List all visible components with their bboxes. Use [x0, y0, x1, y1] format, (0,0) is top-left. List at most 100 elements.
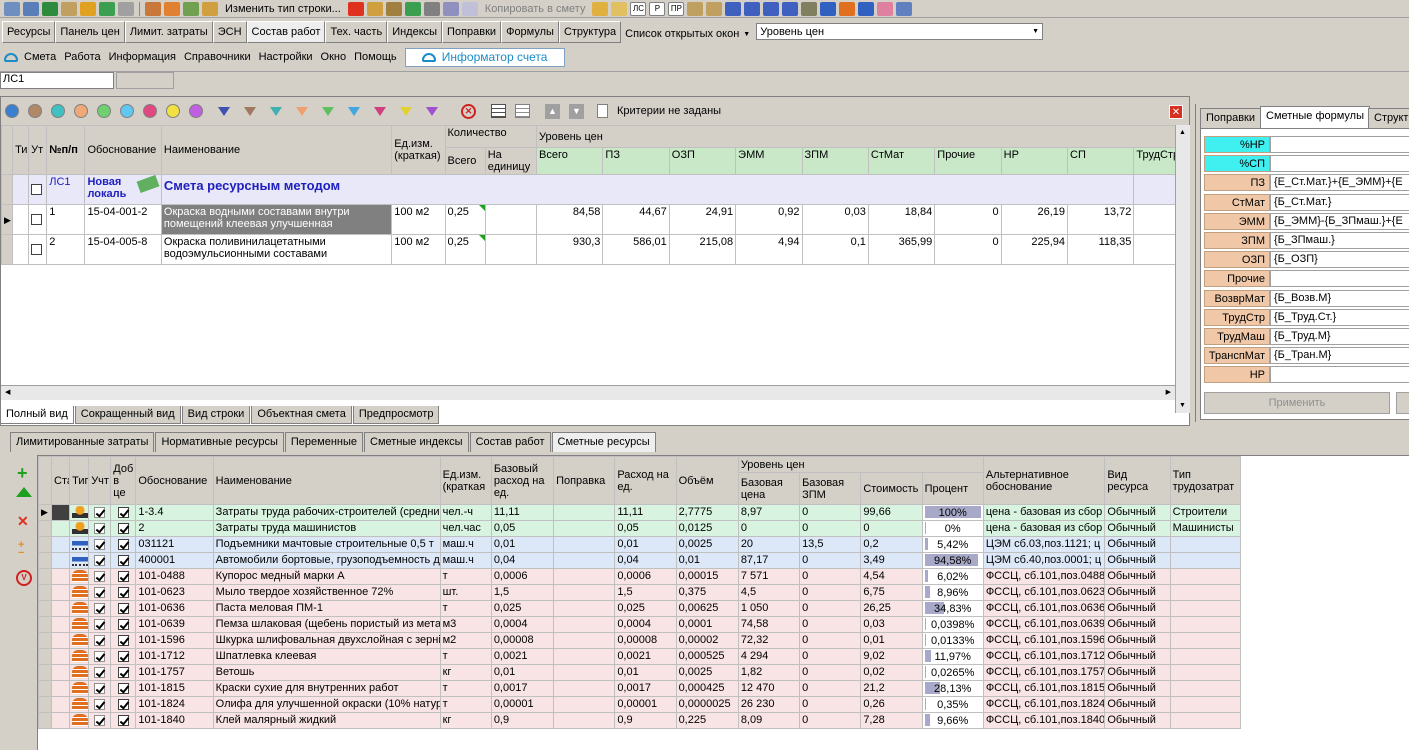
checkbox[interactable]: [94, 682, 106, 694]
resource-row[interactable]: 101-1815 Краски сухие для внутренних рабо…: [38, 680, 1241, 697]
color-filter-icon[interactable]: [189, 104, 203, 118]
columns-icon[interactable]: [491, 104, 506, 118]
formula-value[interactable]: {Е_Ст.Мат.}+{Е_ЭММ}+{Е: [1270, 174, 1409, 192]
arrow-down-icon[interactable]: ▼: [569, 103, 584, 119]
funnel-icon[interactable]: [270, 106, 282, 116]
indent-icon[interactable]: [725, 1, 742, 16]
delete-icon[interactable]: [347, 1, 364, 16]
menu-references[interactable]: Справочники: [180, 51, 255, 63]
formula-value[interactable]: {Б_Труд.М}: [1270, 328, 1409, 345]
funnel-icon[interactable]: [400, 106, 412, 116]
checkbox[interactable]: [94, 586, 106, 598]
checkbox[interactable]: [117, 682, 129, 694]
add-row-icon[interactable]: [4, 1, 20, 16]
menu-window[interactable]: Окно: [317, 51, 351, 63]
formula-row[interactable]: СтМат {Б_Ст.Мат.}: [1204, 193, 1409, 211]
menu-help[interactable]: Помощь: [350, 51, 401, 63]
resource-row[interactable]: 101-0636 Паста меловая ПМ-1 т 0,025 0,025 0,0…: [38, 600, 1241, 617]
resource-row[interactable]: 101-0488 Купорос медный марки Ат 0,0006 0,0…: [38, 568, 1241, 585]
formula-row[interactable]: ЭММ {Б_ЭММ}-{Б_ЗПмаш.}+{Е: [1204, 212, 1409, 230]
book-icon[interactable]: [687, 1, 704, 16]
save-icon[interactable]: [80, 1, 96, 16]
checkbox[interactable]: [117, 570, 129, 582]
formula-row[interactable]: %НР: [1204, 136, 1409, 153]
extra-button[interactable]: [1396, 392, 1409, 414]
estimate-name-field[interactable]: ЛС1: [0, 72, 114, 89]
color-filter-icon[interactable]: [28, 104, 42, 118]
scroll-left-icon[interactable]: ◀: [5, 388, 10, 396]
books-icon[interactable]: [877, 1, 894, 16]
tab-limit-costs[interactable]: Лимит. затраты: [124, 21, 213, 43]
tab-price-panel[interactable]: Панель цен: [55, 21, 125, 43]
color-filter-icon[interactable]: [74, 104, 88, 118]
tab-tech-part[interactable]: Тех. часть: [325, 21, 388, 43]
worker-icon[interactable]: [202, 1, 218, 16]
checkbox[interactable]: [94, 714, 106, 726]
tab-formulas[interactable]: Формулы: [501, 21, 559, 43]
funnel-icon[interactable]: [374, 106, 386, 116]
formula-row[interactable]: ВозврМат {Б_Возв.М}: [1204, 289, 1409, 307]
formula-row[interactable]: ПЗ {Е_Ст.Мат.}+{Е_ЭММ}+{Е: [1204, 174, 1409, 192]
menu-info[interactable]: Информация: [105, 51, 180, 63]
funnel-icon[interactable]: [218, 106, 230, 116]
color-filter-icon[interactable]: [97, 104, 111, 118]
machine-icon[interactable]: [183, 1, 199, 16]
formula-value[interactable]: {Б_ОЗП}: [1270, 251, 1409, 269]
tab-limited-costs[interactable]: Лимитированные затраты: [10, 432, 155, 452]
formula-value[interactable]: {Б_ЗПмаш.}: [1270, 232, 1409, 249]
formula-value[interactable]: {Б_Труд.Ст.}: [1270, 308, 1409, 326]
color-filter-icon[interactable]: [166, 104, 180, 118]
color-filter-icon[interactable]: [143, 104, 157, 118]
menu-settings[interactable]: Настройки: [255, 51, 317, 63]
car-icon[interactable]: [858, 1, 875, 16]
checkbox[interactable]: [117, 554, 129, 566]
tab-work-composition-lower[interactable]: Состав работ: [469, 432, 551, 452]
ls-icon[interactable]: ЛС: [630, 1, 647, 16]
r-icon[interactable]: Р: [649, 1, 666, 16]
clear-filter-icon[interactable]: ✕: [461, 103, 476, 119]
checkbox[interactable]: [117, 586, 129, 598]
open-windows-dropdown[interactable]: Список открытых окон ▼: [621, 21, 754, 43]
apply-button[interactable]: Применить: [1204, 392, 1390, 414]
formula-row[interactable]: ЗПМ {Б_ЗПмаш.}: [1204, 232, 1409, 249]
color-filter-icon[interactable]: [5, 104, 19, 118]
resources-icon[interactable]: [164, 1, 180, 16]
menu-estimate[interactable]: Смета: [20, 51, 60, 63]
tab-resources[interactable]: Ресурсы: [2, 21, 56, 43]
tab-structure-right[interactable]: Структ: [1368, 108, 1409, 128]
checkbox[interactable]: [117, 618, 129, 630]
tab-estimate-resources[interactable]: Сметные ресурсы: [551, 432, 656, 452]
checkbox[interactable]: [94, 666, 106, 678]
formula-row[interactable]: Прочие: [1204, 270, 1409, 288]
formula-value[interactable]: [1270, 366, 1409, 384]
checkbox[interactable]: [94, 602, 106, 614]
resource-row[interactable]: 101-1712 Шпатлевка клеевая т 0,0021 0,0021 0,…: [38, 648, 1241, 665]
resource-row[interactable]: 400001 Автомобили бортовые, грузоподъемно…: [38, 552, 1241, 569]
cut-icon[interactable]: [423, 1, 440, 16]
change-row-type-button[interactable]: Изменить тип строки...: [221, 3, 345, 15]
scroll-up-icon[interactable]: ▲: [1179, 129, 1186, 136]
estimate-group-row[interactable]: ЛС1 Новая локаль Смета ресурсным методом: [1, 174, 1175, 205]
estimate-icon[interactable]: [592, 1, 609, 16]
checkbox[interactable]: [117, 650, 129, 662]
sort-icon[interactable]: [404, 1, 421, 16]
scroll-right-icon[interactable]: ▶: [1166, 388, 1171, 396]
price-level-select[interactable]: Уровень цен ▼: [756, 23, 1043, 40]
split-icon[interactable]: [385, 1, 402, 16]
plus-minus-icon[interactable]: + −: [18, 540, 24, 559]
row-name[interactable]: Окраска водными составами внутри помещен…: [160, 204, 393, 235]
tools-icon[interactable]: [145, 1, 161, 16]
book2-icon[interactable]: [706, 1, 723, 16]
formula-row[interactable]: ОЗП {Б_ОЗП}: [1204, 251, 1409, 269]
tab-estimate-indexes[interactable]: Сметные индексы: [364, 432, 469, 452]
resource-row[interactable]: 101-1824 Олифа для улучшенной окраски (10…: [38, 696, 1241, 713]
formula-value[interactable]: {Б_Возв.М}: [1270, 289, 1409, 307]
formula-value[interactable]: {Б_Тран.М}: [1270, 347, 1409, 365]
arrow-up-icon[interactable]: ▲: [545, 103, 560, 119]
tab-short-view[interactable]: Сокращенный вид: [74, 406, 181, 424]
formula-row[interactable]: %СП: [1204, 155, 1409, 173]
tab-estimate-formulas[interactable]: Сметные формулы: [1260, 106, 1371, 128]
checkbox[interactable]: [94, 698, 106, 710]
resource-row[interactable]: 101-0623 Мыло твердое хозяйственное 72% шт…: [38, 584, 1241, 601]
color-filter-icon[interactable]: [51, 104, 65, 118]
